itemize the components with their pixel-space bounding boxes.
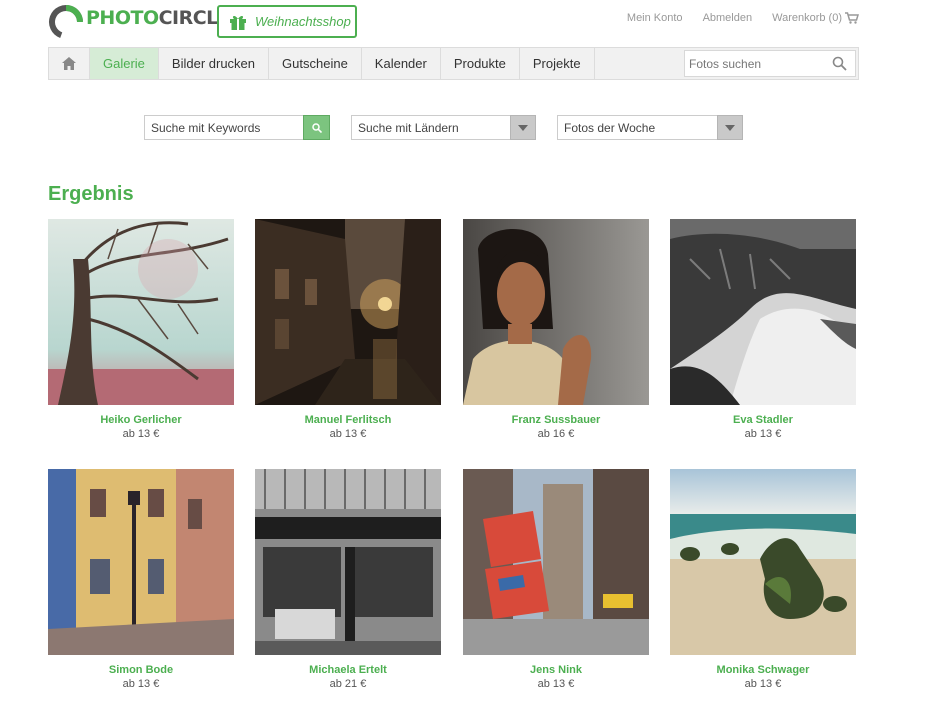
country-select[interactable]: Suche mit Ländern: [351, 115, 536, 140]
country-select-arrow[interactable]: [510, 115, 536, 140]
photo-card[interactable]: Manuel Ferlitsch ab 13 €: [255, 219, 441, 440]
chevron-down-icon: [518, 124, 528, 131]
photographer-name[interactable]: Jens Nink: [463, 664, 649, 676]
country-select-value: Suche mit Ländern: [358, 120, 459, 135]
photo-price: ab 21 €: [329, 678, 367, 690]
photo-thumbnail[interactable]: [255, 219, 441, 405]
logo-text: PHOTOCIRCLE: [86, 7, 231, 29]
nav-produkte[interactable]: Produkte: [441, 48, 520, 79]
photographer-name[interactable]: Michaela Ertelt: [255, 664, 441, 676]
photo-price: ab 13 €: [744, 678, 782, 690]
photo-thumbnail[interactable]: [463, 219, 649, 405]
photo-thumbnail[interactable]: [670, 469, 856, 655]
photo-card[interactable]: Eva Stadler ab 13 €: [670, 219, 856, 440]
photo-card[interactable]: Jens Nink ab 13 €: [463, 469, 649, 690]
photographer-name[interactable]: Manuel Ferlitsch: [255, 414, 441, 426]
keyword-search: [144, 115, 330, 140]
results-heading: Ergebnis: [48, 183, 134, 205]
photo-card[interactable]: Monika Schwager ab 13 €: [670, 469, 856, 690]
photo-thumbnail[interactable]: [463, 469, 649, 655]
photographer-name[interactable]: Franz Sussbauer: [463, 414, 649, 426]
christmas-shop-button[interactable]: Weihnachtsshop: [217, 5, 357, 38]
photographer-name[interactable]: Simon Bode: [48, 664, 234, 676]
nav-kalender[interactable]: Kalender: [362, 48, 441, 79]
photo-search: [684, 50, 856, 77]
keyword-search-button[interactable]: [303, 115, 330, 140]
photo-card[interactable]: Heiko Gerlicher ab 13 €: [48, 219, 234, 440]
photo-thumbnail[interactable]: [48, 469, 234, 655]
nav-gutscheine[interactable]: Gutscheine: [269, 48, 362, 79]
cart-label: Warenkorb (0): [772, 12, 842, 24]
weekly-photos-select-arrow[interactable]: [717, 115, 743, 140]
weekly-photos-select[interactable]: Fotos der Woche: [557, 115, 743, 140]
christmas-shop-label: Weihnachtsshop: [255, 14, 351, 29]
photo-price: ab 13 €: [537, 678, 575, 690]
search-icon[interactable]: [832, 56, 847, 71]
account-links: Mein Konto Abmelden Warenkorb (0): [607, 12, 859, 24]
photo-search-input[interactable]: [685, 56, 825, 71]
photo-price: ab 13 €: [122, 428, 160, 440]
photo-price: ab 16 €: [537, 428, 575, 440]
nav-bilder-drucken[interactable]: Bilder drucken: [159, 48, 270, 79]
photo-thumbnail[interactable]: [670, 219, 856, 405]
logout-link[interactable]: Abmelden: [703, 12, 753, 24]
keyword-search-input[interactable]: [145, 120, 329, 135]
photo-card[interactable]: Franz Sussbauer ab 16 €: [463, 219, 649, 440]
photo-price: ab 13 €: [744, 428, 782, 440]
shopping-cart-icon: [845, 12, 859, 24]
home-icon: [62, 57, 76, 70]
my-account-link[interactable]: Mein Konto: [627, 12, 683, 24]
cart-link[interactable]: Warenkorb (0): [772, 12, 859, 24]
photo-price: ab 13 €: [329, 428, 367, 440]
nav-home[interactable]: [49, 48, 90, 79]
photographer-name[interactable]: Monika Schwager: [670, 664, 856, 676]
photographer-name[interactable]: Eva Stadler: [670, 414, 856, 426]
photo-card[interactable]: Michaela Ertelt ab 21 €: [255, 469, 441, 690]
main-nav: Galerie Bilder drucken Gutscheine Kalend…: [48, 47, 859, 80]
photographer-name[interactable]: Heiko Gerlicher: [48, 414, 234, 426]
photo-price: ab 13 €: [122, 678, 160, 690]
nav-projekte[interactable]: Projekte: [520, 48, 595, 79]
search-icon: [311, 122, 322, 133]
chevron-down-icon: [725, 124, 735, 131]
gift-icon: [230, 15, 246, 30]
photo-thumbnail[interactable]: [48, 219, 234, 405]
weekly-photos-select-value: Fotos der Woche: [564, 120, 656, 135]
photo-thumbnail[interactable]: [255, 469, 441, 655]
photo-card[interactable]: Simon Bode ab 13 €: [48, 469, 234, 690]
logo-text-photo: PHOTO: [86, 7, 159, 29]
site-logo[interactable]: PHOTOCIRCLE: [48, 4, 231, 40]
logo-circle-icon: [49, 5, 83, 39]
nav-galerie[interactable]: Galerie: [90, 48, 159, 79]
